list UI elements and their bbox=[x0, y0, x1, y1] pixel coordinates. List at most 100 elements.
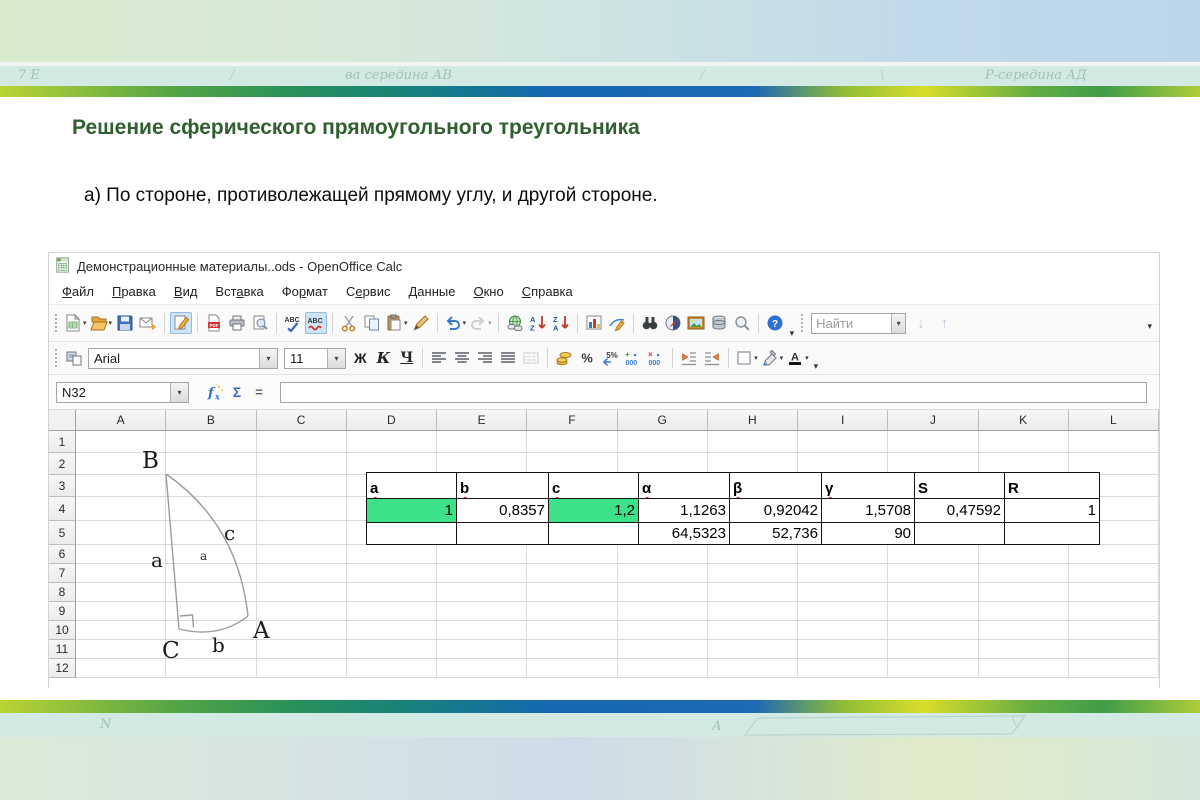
column-header-I[interactable]: I bbox=[798, 410, 888, 430]
name-box-dropdown-icon[interactable]: ▾ bbox=[170, 383, 188, 402]
table-value-cell[interactable]: 1,5708 bbox=[822, 499, 915, 523]
row-header-7[interactable]: 7 bbox=[49, 564, 76, 583]
find-combobox[interactable]: ▾ bbox=[811, 313, 906, 334]
grid-cell-L1[interactable] bbox=[1069, 431, 1159, 453]
increase-indent-icon[interactable] bbox=[701, 347, 723, 369]
row-header-4[interactable]: 4 bbox=[49, 497, 76, 521]
row-header-5[interactable]: 5 bbox=[49, 521, 76, 545]
table-header-α[interactable]: α bbox=[639, 473, 730, 499]
table-value-cell[interactable] bbox=[457, 523, 549, 545]
paintbrush-icon[interactable] bbox=[410, 312, 432, 334]
toolbar-grip[interactable] bbox=[54, 348, 59, 368]
draw-functions-icon[interactable] bbox=[606, 312, 628, 334]
grid-cell-E9[interactable] bbox=[437, 602, 527, 621]
grid-cell-E6[interactable] bbox=[437, 545, 527, 564]
grid-cell-E10[interactable] bbox=[437, 621, 527, 640]
autospellcheck-icon[interactable]: ABC bbox=[305, 312, 327, 334]
italic-button[interactable]: К bbox=[372, 347, 396, 369]
decrease-indent-icon[interactable] bbox=[678, 347, 700, 369]
menu-item-Сервис[interactable]: Сервис bbox=[337, 282, 400, 301]
table-header-R[interactable]: R bbox=[1005, 473, 1100, 499]
row-header-2[interactable]: 2 bbox=[49, 453, 76, 475]
row-header-12[interactable]: 12 bbox=[49, 659, 76, 678]
paste-icon[interactable]: ▾ bbox=[384, 312, 409, 334]
grid-cell-D9[interactable] bbox=[347, 602, 437, 621]
grid-cell-J7[interactable] bbox=[888, 564, 978, 583]
find-toolbar-overflow-button[interactable]: ▾ bbox=[1143, 321, 1156, 332]
grid-cell-D1[interactable] bbox=[347, 431, 437, 453]
row-header-8[interactable]: 8 bbox=[49, 583, 76, 602]
grid-cell-L10[interactable] bbox=[1069, 621, 1159, 640]
save-icon[interactable] bbox=[114, 312, 136, 334]
page-preview-icon[interactable] bbox=[249, 312, 271, 334]
menu-item-Данные[interactable]: Данные bbox=[399, 282, 464, 301]
table-value-cell[interactable]: 64,5323 bbox=[639, 523, 730, 545]
sum-icon[interactable]: Σ bbox=[226, 381, 248, 403]
styles-icon[interactable] bbox=[63, 347, 85, 369]
align-left-icon[interactable] bbox=[428, 347, 450, 369]
table-header-b[interactable]: b bbox=[457, 473, 549, 499]
font-name-combo[interactable]: Arial ▾ bbox=[88, 348, 278, 369]
table-value-cell[interactable]: 1 bbox=[1005, 499, 1100, 523]
grid-cell-I9[interactable] bbox=[798, 602, 888, 621]
edit-file-icon[interactable] bbox=[170, 312, 192, 334]
grid-cell-I10[interactable] bbox=[798, 621, 888, 640]
menu-item-Файл[interactable]: Файл bbox=[53, 282, 103, 301]
table-value-cell[interactable] bbox=[1005, 523, 1100, 545]
table-value-cell[interactable] bbox=[549, 523, 639, 545]
table-header-γ[interactable]: γ bbox=[822, 473, 915, 499]
grid-cell-D8[interactable] bbox=[347, 583, 437, 602]
zoom-icon[interactable] bbox=[731, 312, 753, 334]
grid-cell-E11[interactable] bbox=[437, 640, 527, 659]
font-name-dropdown-icon[interactable]: ▾ bbox=[259, 349, 277, 368]
table-header-a[interactable]: a bbox=[367, 473, 457, 499]
grid-cell-L9[interactable] bbox=[1069, 602, 1159, 621]
align-justify-icon[interactable] bbox=[497, 347, 519, 369]
table-value-cell[interactable]: 1,2 bbox=[549, 499, 639, 523]
grid-cell-I12[interactable] bbox=[798, 659, 888, 678]
find-previous-icon[interactable]: ↑ bbox=[933, 315, 957, 332]
export-pdf-icon[interactable]: PDF bbox=[203, 312, 225, 334]
grid-cell-K8[interactable] bbox=[979, 583, 1069, 602]
grid-cell-G1[interactable] bbox=[618, 431, 708, 453]
table-value-cell[interactable]: 52,736 bbox=[730, 523, 822, 545]
grid-cell-H10[interactable] bbox=[708, 621, 798, 640]
menu-item-Окно[interactable]: Окно bbox=[464, 282, 512, 301]
font-color-icon[interactable]: А▾ bbox=[785, 347, 810, 369]
grid-cell-G7[interactable] bbox=[618, 564, 708, 583]
add-decimal-icon[interactable]: +000 bbox=[622, 347, 644, 369]
menu-item-Вид[interactable]: Вид bbox=[165, 282, 207, 301]
copy-icon[interactable] bbox=[361, 312, 383, 334]
percent-icon[interactable]: % bbox=[576, 347, 598, 369]
column-header-C[interactable]: C bbox=[257, 410, 347, 430]
cut-icon[interactable] bbox=[338, 312, 360, 334]
column-header-E[interactable]: E bbox=[437, 410, 527, 430]
grid-cell-I11[interactable] bbox=[798, 640, 888, 659]
column-header-J[interactable]: J bbox=[888, 410, 978, 430]
grid-cell-F9[interactable] bbox=[527, 602, 617, 621]
grid-cell-K11[interactable] bbox=[979, 640, 1069, 659]
row-header-11[interactable]: 11 bbox=[49, 640, 76, 659]
table-value-cell[interactable]: 90 bbox=[822, 523, 915, 545]
table-value-cell[interactable]: 0,47592 bbox=[915, 499, 1005, 523]
grid-cell-J6[interactable] bbox=[888, 545, 978, 564]
spellcheck-icon[interactable]: ABC bbox=[282, 312, 304, 334]
print-icon[interactable] bbox=[226, 312, 248, 334]
grid-cell-J8[interactable] bbox=[888, 583, 978, 602]
help-icon[interactable]: ? bbox=[764, 312, 786, 334]
font-size-dropdown-icon[interactable]: ▾ bbox=[327, 349, 345, 368]
table-value-cell[interactable]: 1,1263 bbox=[639, 499, 730, 523]
bold-button[interactable]: Ж bbox=[349, 347, 372, 369]
grid-cell-I6[interactable] bbox=[798, 545, 888, 564]
grid-cell-J10[interactable] bbox=[888, 621, 978, 640]
table-value-cell[interactable] bbox=[915, 523, 1005, 545]
grid-cell-L6[interactable] bbox=[1069, 545, 1159, 564]
formula-input-line[interactable] bbox=[280, 382, 1147, 403]
grid-cell-J9[interactable] bbox=[888, 602, 978, 621]
grid-cell-J11[interactable] bbox=[888, 640, 978, 659]
grid-cell-F1[interactable] bbox=[527, 431, 617, 453]
column-header-H[interactable]: H bbox=[708, 410, 798, 430]
sort-descending-icon[interactable]: ZA bbox=[550, 312, 572, 334]
new-document-icon[interactable]: ▾ bbox=[63, 312, 88, 334]
borders-icon[interactable]: ▾ bbox=[734, 347, 759, 369]
